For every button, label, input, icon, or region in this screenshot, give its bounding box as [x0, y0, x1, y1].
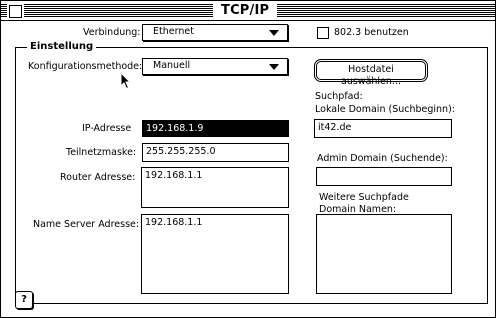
popup-arrow-icon	[269, 30, 279, 36]
weitere-suchpfade-field[interactable]	[316, 214, 452, 294]
checkbox-8023[interactable]	[317, 27, 329, 39]
lokale-domain-value: it42.de	[318, 122, 352, 133]
lokale-domain-field[interactable]: it42.de	[314, 119, 452, 138]
checkbox-8023-label: 802.3 benutzen	[334, 27, 409, 38]
hostfile-button[interactable]: Hostdatei auswählen...	[316, 61, 426, 87]
subnet-value: 255.255.255.0	[146, 146, 216, 157]
popup-arrow-icon	[269, 64, 279, 70]
verbindung-label: Verbindung:	[83, 27, 141, 38]
verbindung-popup[interactable]: Ethernet	[142, 24, 288, 41]
router-field[interactable]: 192.168.1.1	[141, 167, 289, 208]
help-icon[interactable]: ?	[15, 291, 33, 309]
tcpip-window: TCP/IP Verbindung: Ethernet 802.3 benutz…	[0, 0, 496, 318]
konfiguration-value: Manuell	[153, 60, 191, 71]
nameserver-label: Name Server Adresse:	[33, 219, 140, 230]
subnet-field[interactable]: 255.255.255.0	[142, 143, 289, 162]
arrow-cursor-icon	[120, 72, 132, 90]
weitere-suchpfade-label: Weitere Suchpfade	[319, 192, 409, 203]
router-label: Router Adresse:	[60, 172, 136, 183]
verbindung-value: Ethernet	[153, 26, 194, 37]
ip-field[interactable]: 192.168.1.9	[142, 120, 289, 137]
ip-value: 192.168.1.9	[146, 123, 204, 134]
nameserver-field[interactable]: 192.168.1.1	[141, 214, 289, 294]
konfiguration-popup[interactable]: Manuell	[142, 58, 288, 75]
window-title: TCP/IP	[213, 2, 278, 19]
admin-domain-label: Admin Domain (Suchende):	[317, 153, 448, 164]
close-box-icon[interactable]	[9, 5, 22, 18]
lokale-domain-label: Lokale Domain (Suchbeginn):	[315, 104, 455, 115]
ip-label: IP-Adresse	[82, 123, 132, 134]
admin-domain-field[interactable]	[316, 167, 452, 186]
hostfile-button-label: Hostdatei auswählen...	[341, 64, 401, 87]
router-value: 192.168.1.1	[145, 170, 203, 181]
title-bar[interactable]: TCP/IP	[1, 1, 495, 21]
suchpfad-label: Suchpfad:	[315, 91, 363, 102]
einstellung-title: Einstellung	[27, 40, 97, 53]
nameserver-value: 192.168.1.1	[145, 217, 203, 228]
subnet-label: Teilnetzmaske:	[66, 147, 137, 158]
